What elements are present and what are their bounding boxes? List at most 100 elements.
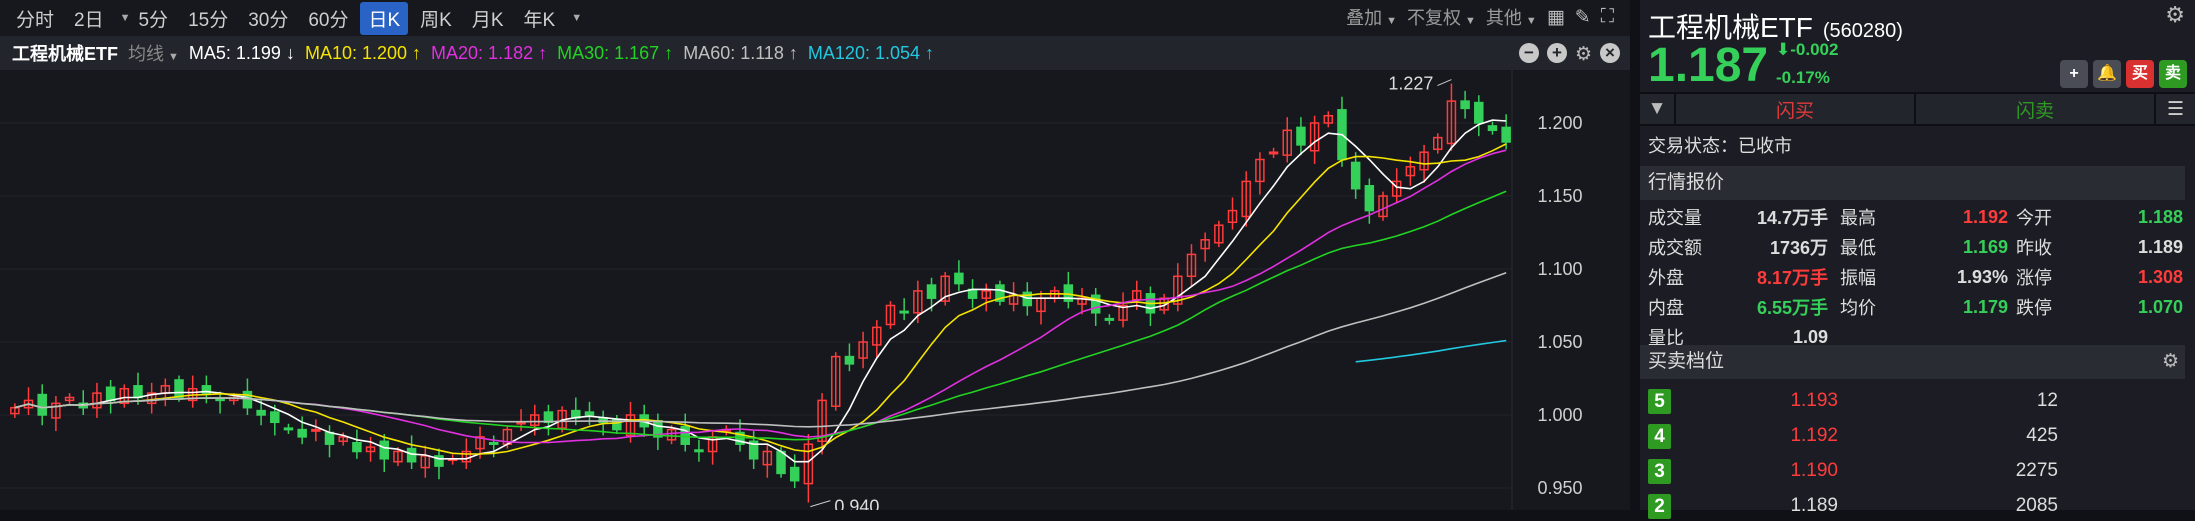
stat-value: 1.189 (2137, 236, 2183, 257)
y-tick-label: 1.100 (1537, 259, 1582, 279)
candle-body (1364, 185, 1375, 212)
ma-value: MA20: 1.182 ↑ (431, 42, 548, 63)
ma-value: MA60: 1.118 ↑ (683, 42, 798, 63)
stat-value: 1.192 (1962, 206, 2008, 227)
chevron-down-icon: ▼ (1386, 15, 1398, 27)
brush-icon[interactable]: ✎ (1575, 6, 1591, 29)
period-tab[interactable]: 5分 (130, 2, 176, 35)
chart-panel: 分时 2日 ▼ 5分 15分 30分 60分 日K 周K 月K 年K ▼ 叠加 ▼ 不复权 ▼ 其他 ▼ ▦ ✎ ⛶ … (0, 0, 1630, 510)
zoom-out-icon[interactable]: − (1518, 43, 1539, 63)
order-row: 4 1.192 425 (1648, 421, 2058, 451)
order-qty: 425 (2026, 425, 2058, 446)
quote-panel: 工程机械ETF (560280) ⚙ 1.187 ⬇-0.002 -0.17% +… (1640, 0, 2195, 519)
period-tab[interactable]: 60分 (300, 2, 356, 35)
candle-body (776, 450, 786, 475)
dropdown-label: 不复权 (1407, 8, 1462, 28)
stat-label: 今开 (2016, 208, 2052, 228)
last-price: 1.187 (1648, 39, 1769, 92)
order-qty: 12 (2036, 390, 2058, 411)
y-tick-label: 1.050 (1537, 332, 1582, 352)
gear-icon[interactable]: ⚙ (2162, 345, 2179, 379)
period-tab[interactable]: 30分 (240, 2, 296, 35)
period-tab[interactable]: 日K (360, 1, 409, 35)
stats-row: 成交量 14.7万手 最高 1.192 今开 1.188 (1648, 202, 2183, 232)
zoom-in-icon[interactable]: + (1546, 43, 1567, 63)
candle-body (516, 421, 526, 425)
level-badge: 3 (1648, 458, 1671, 484)
period-tab[interactable]: 分时 (8, 2, 62, 35)
ma30-line (14, 190, 1507, 441)
menu-icon[interactable]: ☰ (2156, 94, 2195, 124)
flash-buy-button[interactable]: 闪买 (1676, 94, 1916, 124)
candle-body (1104, 317, 1115, 321)
candle-body (1296, 126, 1306, 146)
price-change: ⬇-0.002 (1776, 40, 1838, 60)
toolbar-right: 叠加 ▼ 不复权 ▼ 其他 ▼ ▦ ✎ ⛶ (1346, 4, 1614, 30)
dropdown-label: 叠加 (1346, 8, 1383, 28)
toolbar-dropdown[interactable]: 叠加 ▼ (1346, 4, 1397, 30)
collapse-icon[interactable]: ▼ (1640, 94, 1676, 124)
sell-button[interactable]: 卖 (2159, 60, 2187, 88)
dropdown-label: 其他 (1485, 8, 1522, 28)
orderbook-title: 买卖档位 (1648, 351, 1725, 372)
candle-body (37, 393, 47, 416)
candle-body (297, 428, 307, 438)
period-tab[interactable]: 周K (412, 2, 460, 35)
order-qty: 2275 (2015, 460, 2058, 481)
candle-body (256, 409, 266, 416)
price-change-pct: -0.17% (1776, 68, 1830, 87)
candle-body (1487, 125, 1498, 132)
candle-body (379, 440, 389, 460)
alert-bell-button[interactable]: 🔔 (2093, 60, 2121, 88)
stat-value: 1.070 (2137, 296, 2183, 317)
level-badge: 2 (1648, 493, 1671, 519)
period-tab[interactable]: 15分 (180, 2, 236, 35)
security-code: (560280) (1822, 20, 1903, 42)
candle-body (789, 466, 800, 482)
order-row: 2 1.189 2085 (1648, 491, 2058, 521)
chevron-down-icon: ▼ (119, 12, 131, 24)
order-price: 1.190 (1790, 460, 1838, 481)
stat-label: 最低 (1840, 238, 1876, 258)
y-tick-label: 0.950 (1537, 478, 1582, 498)
chevron-down-icon: ▼ (168, 51, 179, 63)
level-badge: 4 (1648, 423, 1671, 449)
ma-label: 均线 (128, 44, 164, 64)
period-tab[interactable]: 月K (464, 2, 512, 35)
layout-grid-icon[interactable]: ▦ (1547, 6, 1565, 29)
stat-label: 内盘 (1648, 298, 1684, 318)
gear-icon[interactable]: ⚙ (2165, 2, 2185, 28)
candle-body (584, 411, 595, 416)
stat-label: 均价 (1840, 298, 1876, 318)
stat-value: 1.169 (1962, 236, 2008, 257)
ma-value: MA120: 1.054 ↑ (807, 42, 935, 63)
ma-value: MA10: 1.200 ↑ (304, 42, 422, 63)
candle-body (270, 411, 280, 424)
order-row: 5 1.193 12 (1648, 386, 2058, 416)
candle-body (1268, 151, 1279, 155)
stats-row: 成交额 1736万 最低 1.169 昨收 1.189 (1648, 232, 2183, 262)
order-price: 1.192 (1790, 425, 1838, 446)
stat-value: 8.17万手 (1756, 268, 1828, 288)
candle-body (311, 428, 321, 432)
ma-dropdown[interactable]: 均线 ▼ (128, 40, 179, 66)
add-watchlist-button[interactable]: + (2060, 60, 2088, 88)
period-tab[interactable]: 2日 (66, 2, 112, 35)
stat-label: 最高 (1840, 208, 1876, 228)
flash-sell-button[interactable]: 闪卖 (1916, 94, 2156, 124)
candle-body (488, 441, 499, 445)
period-tab[interactable]: 年K (516, 2, 564, 35)
close-icon[interactable]: × (1600, 43, 1620, 63)
gear-icon[interactable]: ⚙ (1575, 43, 1592, 66)
low-price-label: 0.940 (834, 497, 879, 510)
stat-label: 昨收 (2016, 238, 2052, 258)
buy-button[interactable]: 买 (2126, 60, 2154, 88)
y-tick-label: 1.000 (1537, 405, 1582, 425)
high-arrow (1437, 79, 1452, 87)
toolbar-dropdown[interactable]: 其他 ▼ (1486, 4, 1537, 30)
section-header: 行情报价 (1640, 166, 2185, 200)
candlestick-chart[interactable]: 1.200 1.150 1.100 1.050 1.000 0.950 1.227 0.940 (0, 70, 1630, 510)
toolbar-dropdown[interactable]: 不复权 ▼ (1407, 4, 1476, 30)
fullscreen-icon[interactable]: ⛶ (1601, 6, 1614, 28)
legend-name: 工程机械ETF (12, 44, 118, 64)
